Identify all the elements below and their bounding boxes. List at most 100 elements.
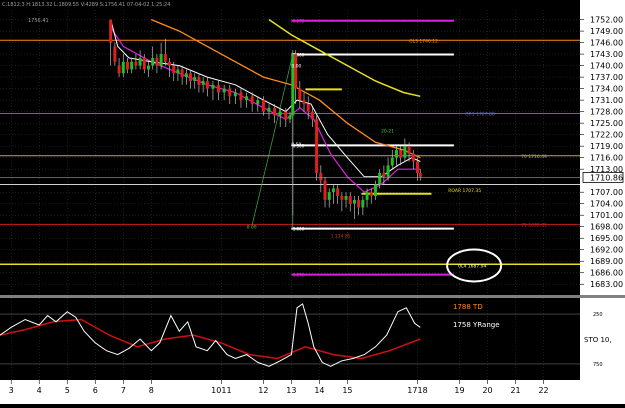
candle-body <box>113 46 117 62</box>
candle-body <box>386 165 390 177</box>
chart-window: C:1812.3 H:1813.32 L:1809.55 V:4289 S:17… <box>0 0 625 404</box>
price-tick-label: 1731.00 <box>590 96 623 105</box>
candle-body <box>357 199 361 208</box>
price-tick-label: 1692.00 <box>590 246 623 255</box>
candle-body <box>256 100 260 104</box>
annotation-label: 0L4 1687.94 <box>458 263 486 269</box>
candle-body <box>415 161 419 174</box>
candle-body <box>319 173 323 181</box>
pane-separator[interactable] <box>0 295 625 298</box>
time-tick-label: 20 <box>482 386 492 395</box>
stoch-legend-entry: 1758 YRange <box>453 321 500 329</box>
candle-body <box>109 19 113 43</box>
fib-label: 1.000 <box>293 227 305 232</box>
candle-body <box>176 69 180 74</box>
time-tick-label: 12 <box>258 386 268 395</box>
candle-body <box>130 61 134 70</box>
price-tick-label: 1686.00 <box>590 269 623 278</box>
candle-body <box>291 54 295 116</box>
candle-body <box>193 77 197 81</box>
level-label: OR1 1727.88 <box>465 112 495 118</box>
time-tick-label: 3 <box>9 386 14 395</box>
time-tick-label: 1011 <box>211 386 231 395</box>
candle-body <box>298 88 302 101</box>
stoch-indicator-label: STO 10, <box>584 336 612 344</box>
current-price-label: 1710.86 <box>590 173 623 182</box>
candle-body <box>222 88 226 93</box>
fib-label: 1.272 <box>293 19 305 24</box>
chart-label: 0.00 <box>291 64 301 70</box>
price-tick-label: 1719.00 <box>590 142 623 151</box>
candle-body <box>323 180 327 200</box>
chart-label: 0.50 <box>291 142 301 148</box>
candle-body <box>278 111 282 116</box>
candle-body <box>217 84 221 93</box>
price-tick-label: 1698.00 <box>590 223 623 232</box>
candle-body <box>211 84 215 89</box>
price-tick-label: 1752.00 <box>590 16 623 25</box>
candle-body <box>250 96 254 104</box>
time-tick-label: 4 <box>37 386 42 395</box>
candle-body <box>168 61 172 66</box>
price-tick-label: 1689.00 <box>590 257 623 266</box>
candle-body <box>340 196 344 200</box>
candle-body <box>189 73 193 81</box>
chart-label: ROAR 1707.35 <box>448 188 481 194</box>
time-tick-label: 13 <box>286 386 296 395</box>
candle-body <box>273 107 277 116</box>
candle-body <box>352 199 356 204</box>
candle-body <box>151 57 155 66</box>
candle-body <box>411 153 415 162</box>
candle-body <box>197 77 201 85</box>
price-tick-label: 1740.00 <box>590 62 623 71</box>
time-tick-label: 5 <box>65 386 70 395</box>
candle-body <box>302 100 306 104</box>
candle-body <box>378 173 382 185</box>
candle-body <box>201 80 205 85</box>
candle-body <box>125 61 129 70</box>
candle-body <box>369 192 373 197</box>
candle-body <box>180 69 184 78</box>
candle-body <box>284 111 288 120</box>
candle-body <box>382 173 386 177</box>
time-tick-label: 6 <box>93 386 98 395</box>
candle-body <box>159 54 163 66</box>
price-tick-label: 1704.00 <box>590 200 623 209</box>
time-tick-label: 19 <box>454 386 464 395</box>
candle-body <box>134 61 138 66</box>
candle-body <box>373 184 377 197</box>
price-tick-label: 1707.00 <box>590 188 623 197</box>
price-tick-label: 1746.00 <box>590 39 623 48</box>
candle-body <box>184 73 188 78</box>
candle-body <box>155 57 159 66</box>
chart-label: 20-21 <box>381 129 394 135</box>
candle-body <box>315 119 319 174</box>
candle-body <box>403 146 407 158</box>
chart-label: 1.114 85 <box>331 233 351 239</box>
price-tick-label: 1749.00 <box>590 27 623 36</box>
candle-body <box>331 188 335 193</box>
candle-body <box>344 196 348 200</box>
price-tick-label: 1683.00 <box>590 280 623 289</box>
time-tick-label: 22 <box>538 386 548 395</box>
price-tick-label: 1728.00 <box>590 108 623 117</box>
candle-body <box>288 115 292 120</box>
candle-body <box>418 173 422 177</box>
candle-body <box>294 54 298 89</box>
candle-body <box>245 96 249 101</box>
ohlc-header: C:1812.3 H:1813.32 L:1809.55 V:4289 S:17… <box>2 2 170 8</box>
candle-body <box>336 188 340 197</box>
level-label: OL3 1746.12 <box>409 38 438 44</box>
candle-body <box>239 92 243 101</box>
price-tick-label: 1722.00 <box>590 131 623 140</box>
candle-body <box>399 150 403 158</box>
candle-body <box>121 61 125 74</box>
time-tick-label: 1718 <box>407 386 427 395</box>
stoch-legend-entry: 1788 TD <box>453 303 483 311</box>
candle-body <box>310 111 314 120</box>
fib-label: 1.272 <box>293 273 305 278</box>
candle-body <box>348 196 352 204</box>
stoch-tick-label: 250 <box>593 312 603 318</box>
time-tick-label: 15 <box>342 386 352 395</box>
candle-body <box>361 199 365 208</box>
